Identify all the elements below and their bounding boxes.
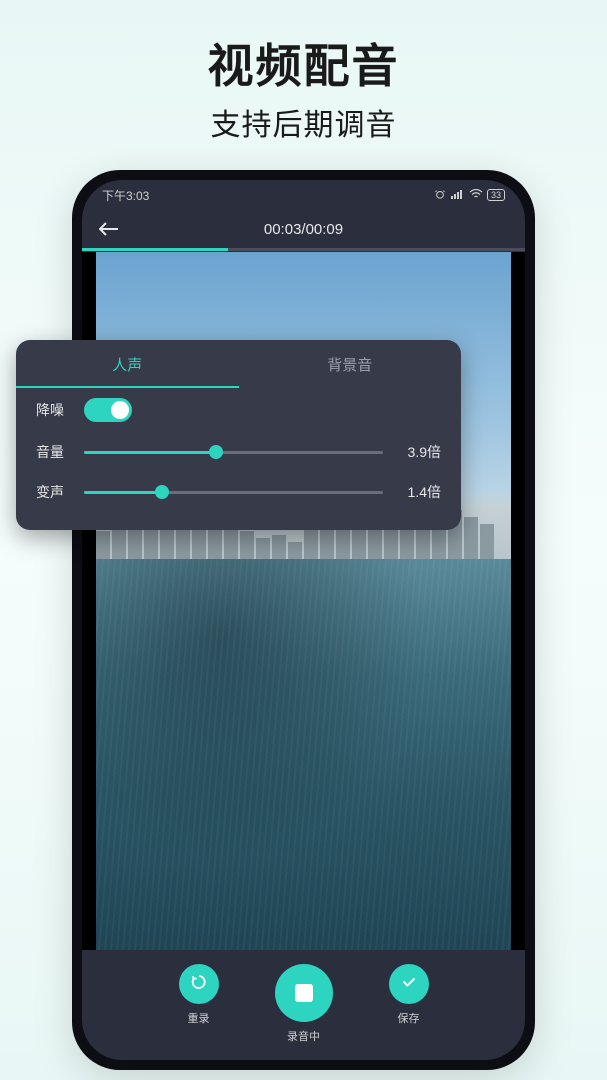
record-button[interactable]: 录音中 [275,964,333,1044]
promo-title: 视频配音 [0,0,607,96]
panel-tabs: 人声 背景音 [16,340,461,388]
redo-icon [190,973,208,996]
pitch-row: 变声 1.4倍 [16,472,461,512]
video-progress[interactable] [82,248,525,251]
tab-voice[interactable]: 人声 [16,340,239,388]
video-progress-fill [82,248,228,251]
status-bar: 下午3:03 33 [82,180,525,210]
toggle-knob [111,401,129,419]
volume-row: 音量 3.9倍 [16,432,461,472]
check-icon [400,973,418,996]
bottom-controls: 重录 录音中 保存 [82,950,525,1060]
tab-bgm[interactable]: 背景音 [239,340,462,388]
save-label: 保存 [398,1010,420,1026]
noise-row: 降噪 [16,388,461,432]
promo-subtitle: 支持后期调音 [0,100,607,144]
recording-label: 录音中 [287,1028,320,1044]
alarm-icon [433,189,447,202]
volume-value: 3.9倍 [397,442,441,462]
pitch-slider-thumb[interactable] [155,485,169,499]
volume-slider-fill [84,451,216,454]
pitch-value: 1.4倍 [397,482,441,502]
video-timecode: 00:03/00:09 [82,221,525,238]
status-time: 下午3:03 [102,187,149,204]
phone-frame: 下午3:03 33 00:03/00:09 [72,170,535,1070]
back-button[interactable] [98,218,120,240]
pitch-slider[interactable] [84,491,383,494]
audio-panel: 人声 背景音 降噪 音量 3.9倍 变声 1.4倍 [16,340,461,530]
signal-icon [451,189,465,202]
wifi-icon [469,189,483,202]
noise-toggle[interactable] [84,398,132,422]
volume-slider[interactable] [84,451,383,454]
stop-icon [295,984,313,1002]
video-water [96,559,511,950]
volume-label: 音量 [36,442,70,462]
phone-screen: 下午3:03 33 00:03/00:09 [82,180,525,1060]
volume-slider-thumb[interactable] [209,445,223,459]
save-button[interactable]: 保存 [389,964,429,1026]
battery-icon: 33 [487,189,505,201]
rerecord-label: 重录 [188,1010,210,1026]
noise-label: 降噪 [36,400,70,420]
rerecord-button[interactable]: 重录 [179,964,219,1026]
pitch-slider-fill [84,491,162,494]
status-indicators: 33 [433,189,505,202]
pitch-label: 变声 [36,482,70,502]
app-header: 00:03/00:09 [82,210,525,248]
